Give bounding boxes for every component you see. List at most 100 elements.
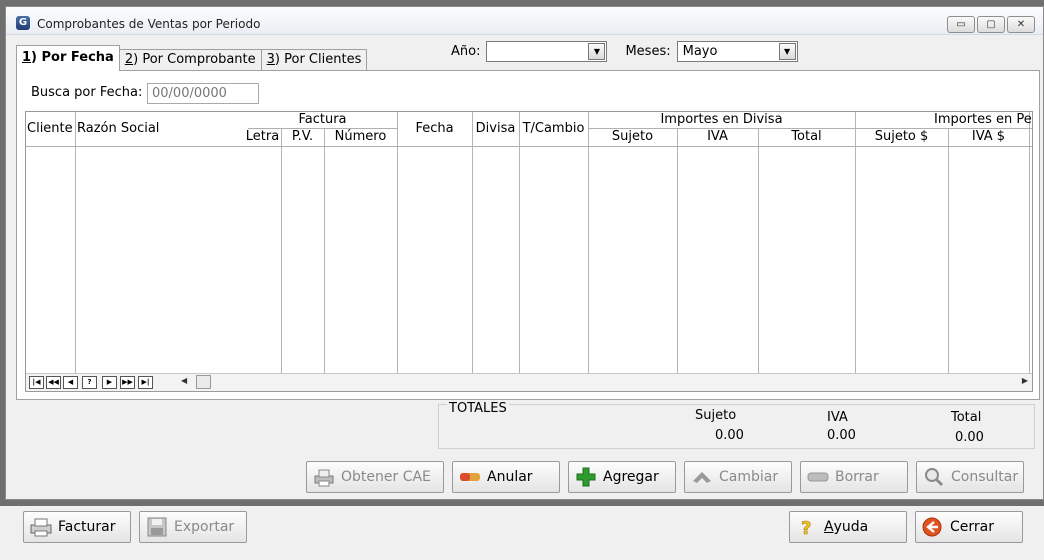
tab-por-clientes[interactable]: 3) Por Clientes [260, 49, 368, 71]
totals-total-value: 0.00 [955, 430, 984, 445]
ayuda-label: yuda [833, 519, 869, 535]
chevron-up-icon [691, 467, 713, 487]
tab-por-comprobante[interactable]: 2) Por Comprobante [118, 49, 262, 71]
horizontal-scrollbar-thumb[interactable] [196, 375, 211, 389]
col-header-razon-social[interactable]: Razón Social [77, 121, 159, 136]
sales-grid[interactable]: Factura Importes en Divisa Importes en P… [25, 111, 1033, 392]
col-separator [1029, 112, 1030, 373]
app-icon: G [16, 16, 30, 30]
borrar-label: Borrar [835, 469, 879, 485]
col-separator [519, 112, 520, 373]
cerrar-button[interactable]: Cerrar [915, 511, 1023, 543]
cerrar-label: Cerrar [950, 519, 994, 535]
ayuda-hotkey: A [824, 519, 834, 535]
tab-label: ) Por Comprobante [133, 52, 256, 67]
group-header-importes-divisa: Importes en Divisa [660, 112, 783, 127]
close-button[interactable]: ✕ [1007, 16, 1035, 33]
tab-hotkey: 1 [22, 50, 32, 65]
tab-por-fecha[interactable]: 1) Por Fecha [16, 45, 120, 71]
search-date-label: Busca por Fecha: [31, 85, 143, 100]
prev-record-icon[interactable]: ◀ [63, 376, 78, 389]
scroll-right-icon[interactable]: ▶ [1022, 376, 1028, 385]
totals-total-label: Total [951, 410, 982, 425]
months-value: Mayo [682, 44, 718, 59]
group-header-importes-pesos: Importes en Pe [934, 112, 1032, 127]
group-header-factura: Factura [298, 112, 347, 127]
months-select[interactable]: Mayo ▼ [676, 41, 798, 62]
tab-strip: 1) Por Fecha 2) Por Comprobante 3) Por C… [16, 45, 368, 71]
col-separator [324, 128, 325, 373]
svg-text:?: ? [801, 518, 811, 537]
facturar-label: Facturar [58, 519, 116, 535]
tab-hotkey: 3 [266, 52, 275, 67]
scroll-left-icon[interactable]: ◀ [181, 376, 187, 385]
consultar-label: Consultar [951, 469, 1019, 485]
totals-box: TOTALES Sujeto 0.00 IVA 0.00 Total 0.00 [438, 401, 1035, 449]
col-header-sujeto[interactable]: Sujeto [588, 129, 677, 144]
col-separator [397, 112, 398, 373]
agregar-label: Agregar [603, 469, 659, 485]
chevron-down-icon[interactable]: ▼ [778, 43, 796, 60]
magnifier-icon [923, 467, 945, 487]
eraser-icon [459, 467, 481, 487]
tab-hotkey: 2 [124, 52, 134, 67]
ayuda-button[interactable]: ? Ayuda [789, 511, 907, 543]
cambiar-label: Cambiar [719, 469, 779, 485]
exportar-button[interactable]: Exportar [139, 511, 247, 543]
printer-icon [30, 517, 52, 537]
last-record-icon[interactable]: ▶| [138, 376, 153, 389]
minimize-button[interactable]: ▭ [947, 16, 975, 33]
plus-icon [575, 467, 597, 487]
col-header-tcambio[interactable]: T/Cambio [519, 121, 588, 136]
next-record-icon[interactable]: ▶ [102, 376, 117, 389]
prev-page-icon[interactable]: ◀◀ [46, 376, 61, 389]
obtener-cae-label: Obtener CAE [341, 469, 431, 485]
restore-button[interactable]: ▢ [977, 16, 1005, 33]
col-separator [677, 128, 678, 373]
search-date-input[interactable]: 00/00/0000 [147, 83, 259, 104]
floppy-disk-icon [146, 517, 168, 537]
totals-sujeto-label: Sujeto [695, 408, 737, 423]
exportar-label: Exportar [174, 519, 235, 535]
col-header-total[interactable]: Total [758, 129, 855, 144]
anular-button[interactable]: Anular [452, 461, 560, 493]
col-separator [75, 112, 76, 373]
months-label: Meses: [625, 44, 671, 59]
chevron-down-icon[interactable]: ▼ [588, 43, 606, 60]
obtener-cae-button[interactable]: Obtener CAE [306, 461, 444, 493]
tab-panel: Busca por Fecha: 00/00/0000 Factura Impo… [16, 70, 1040, 400]
help-question-icon: ? [796, 517, 818, 540]
col-header-letra[interactable]: Letra [244, 129, 281, 144]
eraser-gray-icon [807, 467, 829, 487]
col-header-divisa[interactable]: Divisa [472, 121, 519, 136]
totals-sujeto-value: 0.00 [715, 428, 744, 443]
back-arrow-icon [922, 517, 944, 537]
printer-cae-icon [313, 467, 335, 487]
col-header-iva[interactable]: IVA [677, 129, 758, 144]
col-header-fecha[interactable]: Fecha [397, 121, 472, 136]
consultar-button[interactable]: Consultar [916, 461, 1024, 493]
next-page-icon[interactable]: ▶▶ [120, 376, 135, 389]
cambiar-button[interactable]: Cambiar [684, 461, 792, 493]
year-label: Año: [451, 44, 481, 59]
col-header-cliente[interactable]: Cliente [27, 121, 73, 136]
col-header-sujeto-pesos[interactable]: Sujeto $ [855, 129, 948, 144]
col-separator [281, 128, 282, 373]
col-header-numero[interactable]: Número [324, 129, 397, 144]
borrar-button[interactable]: Borrar [800, 461, 908, 493]
col-header-pv[interactable]: P.V. [281, 129, 324, 144]
col-separator [948, 128, 949, 373]
first-record-icon[interactable]: |◀ [29, 376, 44, 389]
totals-label: TOTALES [447, 401, 509, 416]
facturar-button[interactable]: Facturar [23, 511, 131, 543]
year-select[interactable]: ▼ [486, 41, 608, 62]
col-header-iva-pesos[interactable]: IVA $ [948, 129, 1029, 144]
col-separator [588, 112, 589, 373]
title-bar[interactable]: G Comprobantes de Ventas por Periodo ▭ ▢… [6, 7, 1043, 35]
col-separator [472, 112, 473, 373]
col-separator [855, 112, 856, 373]
totals-iva-value: 0.00 [827, 428, 856, 443]
help-record-icon[interactable]: ? [82, 376, 97, 389]
totals-iva-label: IVA [827, 410, 848, 425]
agregar-button[interactable]: Agregar [568, 461, 676, 493]
